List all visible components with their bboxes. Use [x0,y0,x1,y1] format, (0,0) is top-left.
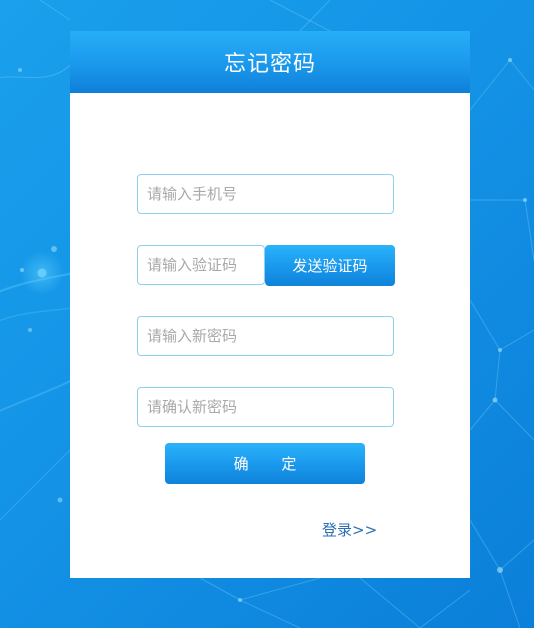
forgot-password-panel: 忘记密码 发送验证码 确 定 登录>> [70,31,470,578]
confirm-password-input[interactable] [137,387,394,427]
login-link[interactable]: 登录>> [322,519,377,540]
verification-code-input[interactable] [137,245,265,285]
send-code-button[interactable]: 发送验证码 [265,245,395,286]
confirm-button[interactable]: 确 定 [165,443,365,484]
page-title: 忘记密码 [223,52,316,77]
phone-input[interactable] [137,174,394,214]
panel-header: 忘记密码 [70,31,470,93]
new-password-input[interactable] [137,316,394,356]
